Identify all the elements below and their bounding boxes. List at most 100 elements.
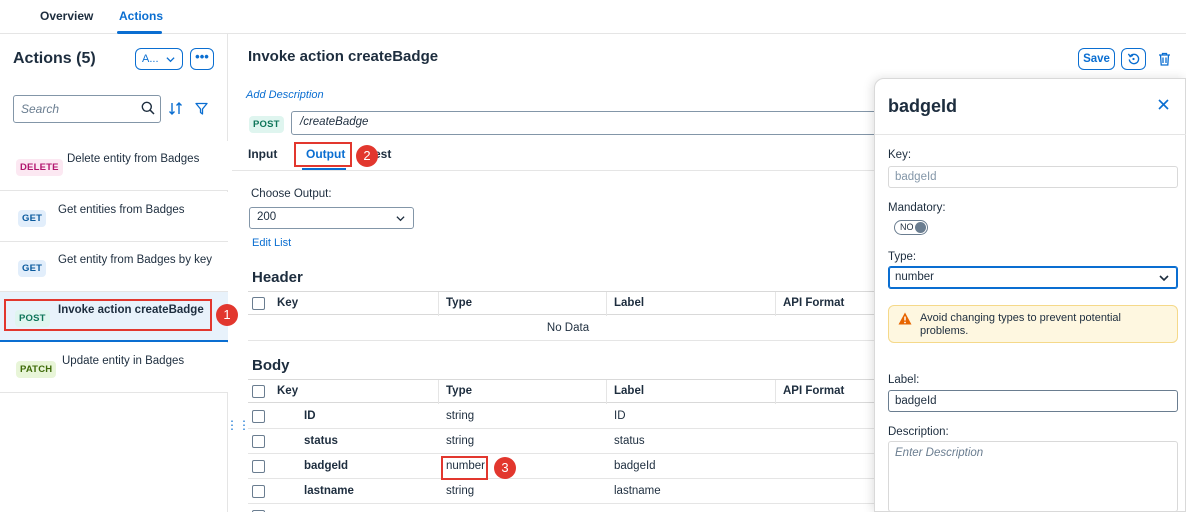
warning-text: Avoid changing types to prevent potentia… [920, 312, 1121, 337]
sidebar-item-get-by-key[interactable]: GET Get entity from Badges by key [0, 242, 228, 292]
type-select-value: number [895, 271, 934, 283]
tab-actions[interactable]: Actions [119, 9, 163, 23]
annotation-badge-3: 3 [494, 457, 516, 479]
top-tab-bar [0, 0, 1186, 34]
save-button[interactable]: Save [1078, 48, 1115, 70]
sidebar-title: Actions (5) [13, 50, 96, 67]
table-row[interactable]: badgeId number badgeId [248, 454, 888, 479]
tab-input[interactable]: Input [248, 147, 277, 161]
revert-button[interactable] [1121, 48, 1146, 70]
column-divider [606, 292, 607, 316]
row-checkbox[interactable] [252, 410, 265, 423]
page-title: Invoke action createBadge [248, 48, 439, 65]
sidebar-item-label: Update entity in Badges [62, 355, 185, 367]
row-label: status [614, 435, 645, 447]
mandatory-label: Mandatory: [888, 202, 946, 214]
add-description-link[interactable]: Add Description [246, 89, 324, 101]
filter-icon[interactable] [195, 102, 208, 115]
table-row[interactable]: lastname string lastname [248, 479, 888, 504]
column-key: Key [277, 297, 299, 309]
annotation-badge-2: 2 [356, 145, 378, 167]
search-icon[interactable] [141, 101, 155, 115]
type-warning-message: Avoid changing types to prevent potentia… [888, 305, 1178, 343]
row-type: string [446, 410, 475, 422]
row-key: status [304, 435, 338, 447]
method-badge: POST [249, 116, 284, 133]
filter-select-label: A... [142, 53, 159, 65]
row-type: string [446, 485, 475, 497]
sidebar-item-get-entities[interactable]: GET Get entities from Badges [0, 192, 228, 242]
method-badge: DELETE [16, 159, 63, 176]
warning-icon [898, 312, 912, 325]
method-badge: GET [18, 260, 47, 277]
choose-output-label: Choose Output: [251, 188, 332, 200]
description-textarea[interactable]: Enter Description [888, 441, 1178, 512]
row-key: lastname [304, 485, 354, 497]
column-api-format: API Format [783, 297, 845, 309]
no-data-row: No Data [248, 316, 888, 341]
annotation-highlight-3 [441, 456, 488, 480]
row-checkbox[interactable] [252, 435, 265, 448]
body-section-title: Body [252, 357, 290, 374]
column-divider [438, 380, 439, 404]
method-badge: PATCH [16, 361, 57, 378]
method-badge: GET [18, 210, 47, 227]
row-key: ID [304, 410, 316, 422]
tab-divider [232, 170, 892, 171]
tab-overview[interactable]: Overview [40, 9, 93, 23]
search-input[interactable] [13, 95, 161, 123]
header-table-head: Key Type Label API Format [248, 291, 888, 316]
key-field: badgeId [888, 166, 1178, 188]
annotation-highlight-2 [294, 142, 352, 167]
column-divider [438, 292, 439, 316]
mandatory-toggle-text: NO [900, 222, 914, 232]
sidebar-item-delete[interactable]: DELETE Delete entity from Badges [0, 141, 228, 191]
select-all-checkbox[interactable] [252, 385, 265, 398]
chevron-down-icon [1159, 275, 1169, 282]
row-checkbox[interactable] [252, 485, 265, 498]
row-label: lastname [614, 485, 661, 497]
sidebar-item-label: Delete entity from Badges [67, 153, 200, 165]
chevron-down-icon [396, 216, 405, 222]
row-key: badgeId [304, 460, 349, 472]
close-icon[interactable] [1158, 99, 1169, 110]
chevron-down-icon [166, 57, 175, 63]
row-label: ID [614, 410, 626, 422]
table-row-partial [248, 504, 888, 512]
type-select[interactable]: number [888, 266, 1178, 289]
row-checkbox[interactable] [252, 460, 265, 473]
revert-icon [1127, 53, 1140, 65]
column-api-format: API Format [783, 385, 845, 397]
header-section-title: Header [252, 269, 303, 286]
sort-icon[interactable] [168, 101, 183, 116]
annotation-highlight-1 [4, 299, 212, 331]
annotation-badge-1: 1 [216, 304, 238, 326]
trash-icon[interactable] [1158, 52, 1171, 66]
pane-resize-handle[interactable]: ⋮⋮ [226, 418, 250, 432]
edit-list-link[interactable]: Edit List [252, 237, 291, 249]
sidebar-item-update[interactable]: PATCH Update entity in Badges [0, 343, 228, 393]
panel-divider [875, 134, 1186, 135]
column-divider [606, 380, 607, 404]
path-field[interactable]: /createBadge [291, 111, 891, 135]
table-row[interactable]: ID string ID [248, 404, 888, 429]
row-label: badgeId [614, 460, 656, 472]
mandatory-toggle[interactable]: NO [894, 220, 928, 235]
key-label: Key: [888, 149, 912, 161]
more-options-button[interactable]: ••• [190, 48, 214, 70]
type-label: Type: [888, 251, 917, 263]
label-input[interactable]: badgeId [888, 390, 1178, 412]
column-divider [775, 292, 776, 316]
filter-select-button[interactable]: A... [135, 48, 183, 70]
sidebar-item-label: Get entity from Badges by key [58, 254, 213, 266]
column-type: Type [446, 297, 472, 309]
output-select[interactable]: 200 [249, 207, 414, 229]
body-table-head: Key Type Label API Format [248, 379, 888, 404]
output-select-value: 200 [257, 211, 277, 223]
tab-output-indicator [302, 168, 346, 170]
description-label: Description: [888, 426, 949, 438]
sidebar-item-label: Get entities from Badges [58, 204, 185, 216]
select-all-checkbox[interactable] [252, 297, 265, 310]
label-label: Label: [888, 374, 920, 386]
table-row[interactable]: status string status [248, 429, 888, 454]
